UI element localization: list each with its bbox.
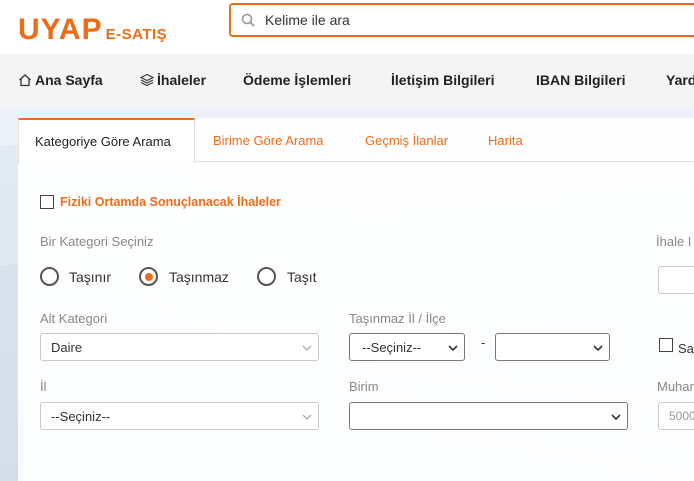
tab-label: Harita bbox=[488, 132, 523, 148]
logo-sub-text: E-SATIŞ bbox=[105, 26, 168, 43]
home-icon bbox=[18, 73, 32, 87]
chevron-down-icon bbox=[302, 345, 312, 351]
tab-label: Kategoriye Göre Arama bbox=[35, 134, 171, 149]
tasinmaz-il-select[interactable]: --Seçiniz-- bbox=[349, 333, 465, 361]
search-icon bbox=[241, 13, 255, 27]
chevron-down-icon bbox=[448, 345, 458, 352]
tasinmaz-il-value: --Seçiniz-- bbox=[362, 339, 422, 355]
logo-main-text: UYAP bbox=[18, 13, 103, 46]
nav-item-iletisim[interactable]: İletişim Bilgileri bbox=[391, 54, 494, 106]
tab-birime-gore[interactable]: Birime Göre Arama bbox=[213, 118, 324, 162]
alt-kategori-select[interactable]: Daire bbox=[40, 333, 319, 361]
nav-label: IBAN Bilgileri bbox=[536, 72, 626, 88]
birim-select[interactable] bbox=[349, 402, 628, 430]
alt-kategori-label: Alt Kategori bbox=[40, 311, 108, 326]
layers-icon bbox=[139, 73, 155, 87]
chevron-down-icon bbox=[302, 414, 312, 420]
il-select-value: --Seçiniz-- bbox=[51, 408, 111, 424]
nav-item-yardim[interactable]: Yard bbox=[666, 54, 694, 106]
tab-harita[interactable]: Harita bbox=[488, 118, 523, 162]
radio-label-tasit: Taşıt bbox=[287, 269, 317, 285]
il-ilce-label: Taşınmaz İl / İlçe bbox=[349, 311, 446, 326]
nav-label: Yard bbox=[666, 72, 694, 88]
ihale-label: İhale I bbox=[656, 234, 692, 249]
alt-kategori-value: Daire bbox=[51, 339, 83, 355]
category-label: Bir Kategori Seçiniz bbox=[40, 234, 154, 249]
radio-label-tasinir: Taşınır bbox=[69, 269, 112, 285]
header: UYAP E-SATIŞ Kelime ile ara bbox=[0, 0, 694, 54]
physical-auction-checkbox[interactable] bbox=[40, 195, 54, 209]
sa-label: Sa bbox=[678, 341, 694, 356]
chevron-down-icon bbox=[593, 345, 603, 352]
search-tabs: Kategoriye Göre Arama Birime Göre Arama … bbox=[18, 118, 694, 163]
tab-label: Birime Göre Arama bbox=[213, 132, 324, 148]
search-input[interactable]: Kelime ile ara bbox=[229, 3, 694, 37]
tab-kategoriye-gore[interactable]: Kategoriye Göre Arama bbox=[18, 118, 195, 163]
il-select[interactable]: --Seçiniz-- bbox=[40, 402, 319, 430]
nav-label: Ödeme İşlemleri bbox=[243, 72, 352, 88]
sa-checkbox[interactable] bbox=[659, 338, 673, 352]
muhammen-label: Muhan bbox=[657, 379, 694, 394]
nav-label: İhaleler bbox=[157, 72, 207, 88]
il-label: İl bbox=[40, 379, 47, 394]
radio-tasinir[interactable] bbox=[40, 267, 59, 286]
nav-label: İletişim Bilgileri bbox=[391, 72, 495, 88]
main-nav: Ana Sayfa İhaleler Ödeme İşlemleri İleti… bbox=[0, 54, 694, 106]
birim-label: Birim bbox=[349, 379, 379, 394]
nav-item-ihaleler[interactable]: İhaleler bbox=[139, 54, 207, 106]
chevron-down-icon bbox=[611, 414, 621, 421]
ihale-input[interactable] bbox=[658, 266, 694, 294]
muhammen-placeholder: 5000 bbox=[669, 409, 694, 423]
tab-gecmis-ilanlar[interactable]: Geçmiş İlanlar bbox=[365, 118, 448, 162]
nav-item-ana-sayfa[interactable]: Ana Sayfa bbox=[18, 54, 103, 106]
radio-label-tasinmaz: Taşınmaz bbox=[169, 269, 229, 285]
search-card: Kategoriye Göre Arama Birime Göre Arama … bbox=[18, 118, 694, 481]
radio-tasinmaz[interactable] bbox=[139, 267, 158, 286]
nav-item-iban[interactable]: IBAN Bilgileri bbox=[536, 54, 625, 106]
uyap-esatis-logo[interactable]: UYAP E-SATIŞ bbox=[18, 6, 167, 46]
il-ilce-dash: - bbox=[481, 335, 486, 350]
tasinmaz-ilce-select[interactable] bbox=[495, 333, 610, 361]
search-placeholder: Kelime ile ara bbox=[265, 12, 350, 28]
nav-item-odeme[interactable]: Ödeme İşlemleri bbox=[243, 54, 351, 106]
tab-label: Geçmiş İlanlar bbox=[365, 132, 449, 148]
muhammen-min-input[interactable]: 5000 bbox=[658, 402, 694, 430]
radio-tasit[interactable] bbox=[257, 267, 276, 286]
nav-label: Ana Sayfa bbox=[35, 72, 103, 88]
physical-auction-label: Fiziki Ortamda Sonuçlanacak İhaleler bbox=[60, 195, 281, 209]
